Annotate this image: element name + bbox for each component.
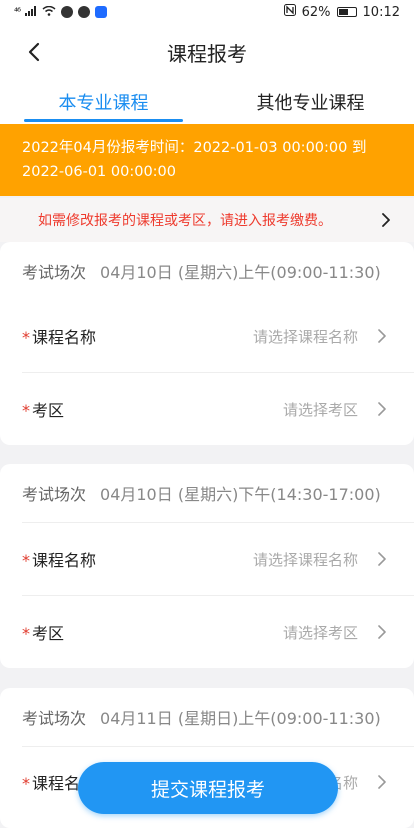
chevron-right-icon bbox=[378, 401, 388, 417]
course-label: * 课程名称 bbox=[22, 328, 97, 347]
chevron-left-icon bbox=[28, 42, 40, 62]
course-placeholder: 请选择课程名称 bbox=[252, 550, 358, 569]
tab-own-major[interactable]: 本专业课程 bbox=[0, 80, 207, 124]
session-label: 考试场次 bbox=[22, 263, 87, 282]
clock: 10:12 bbox=[362, 4, 400, 20]
session-value: 04月11日 (星期日)上午(09:00-11:30) bbox=[100, 709, 381, 728]
modify-tip-text: 如需修改报考的课程或考区，请进入报考缴费。 bbox=[38, 213, 332, 229]
status-bar: ⁴⁶ 62% 10:12 bbox=[0, 0, 414, 24]
area-placeholder: 请选择考区 bbox=[282, 623, 358, 642]
session-row: 考试场次 04月10日 (星期六)上午(09:00-11:30) bbox=[22, 242, 414, 300]
tab-bar: 本专业课程 其他专业课程 bbox=[0, 80, 414, 124]
app-header: 课程报考 bbox=[0, 24, 414, 80]
status-icons: ⁴⁶ bbox=[14, 5, 108, 19]
wifi-icon bbox=[42, 5, 56, 19]
chevron-right-icon bbox=[378, 774, 388, 790]
area-placeholder: 请选择考区 bbox=[282, 400, 358, 419]
course-placeholder: 请选择课程名称 bbox=[252, 327, 358, 346]
submit-registration-button[interactable]: 提交课程报考 bbox=[78, 762, 338, 814]
status-right: 62% 10:12 bbox=[283, 4, 400, 20]
nfc-icon bbox=[283, 4, 296, 20]
app-notification-icon bbox=[61, 6, 74, 18]
session-value: 04月10日 (星期六)上午(09:00-11:30) bbox=[100, 263, 381, 282]
signal-bars-icon bbox=[25, 5, 37, 19]
area-select[interactable]: * 考区 请选择考区 bbox=[22, 372, 414, 445]
course-select[interactable]: *课程名称 请选择课程名称 bbox=[22, 522, 414, 595]
chevron-right-icon bbox=[378, 551, 388, 567]
message-icon bbox=[78, 6, 91, 18]
course-label: * 课程名称 bbox=[22, 551, 97, 570]
session-row: 考试场次 04月10日 (星期六)下午(14:30-17:00) bbox=[22, 464, 414, 522]
course-select[interactable]: *课程名称 请选择课程名称 bbox=[22, 300, 414, 372]
session-value: 04月10日 (星期六)下午(14:30-17:00) bbox=[100, 485, 381, 504]
required-mark: * bbox=[22, 401, 30, 420]
required-mark: * bbox=[22, 774, 30, 793]
battery-icon bbox=[336, 7, 357, 17]
area-label: * 考区 bbox=[22, 401, 65, 420]
cellular-signal-icon: ⁴⁶ bbox=[14, 6, 21, 18]
chevron-right-icon bbox=[378, 624, 388, 640]
shield-icon bbox=[95, 6, 108, 18]
area-select[interactable]: * 考区 请选择考区 bbox=[22, 595, 414, 668]
session-label: 考试场次 bbox=[22, 709, 87, 728]
session-card-2: 考试场次 04月10日 (星期六)下午(14:30-17:00) * 课程名称 请… bbox=[0, 464, 414, 668]
required-mark: * bbox=[22, 624, 30, 643]
session-label: 考试场次 bbox=[22, 485, 87, 504]
area-label: * 考区 bbox=[22, 624, 65, 643]
required-mark: * bbox=[22, 551, 30, 570]
battery-percent: 62% bbox=[301, 4, 331, 20]
chevron-right-icon bbox=[378, 328, 388, 344]
modify-tip-bar[interactable]: 如需修改报考的课程或考区，请进入报考缴费。 bbox=[0, 198, 414, 242]
tab-other-major[interactable]: 其他专业课程 bbox=[207, 80, 414, 124]
session-row: 考试场次 04月11日 (星期日)上午(09:00-11:30) bbox=[22, 688, 414, 746]
chevron-right-icon bbox=[378, 212, 394, 228]
registration-period-notice: 2022年04月份报考时间：2022-01-03 00:00:00 到 2022… bbox=[0, 124, 414, 196]
required-mark: * bbox=[22, 328, 30, 347]
session-card-1: 考试场次 04月10日 (星期六)上午(09:00-11:30) * 课程名称 请… bbox=[0, 242, 414, 445]
page-title: 课程报考 bbox=[167, 41, 247, 66]
back-button[interactable] bbox=[18, 36, 50, 68]
